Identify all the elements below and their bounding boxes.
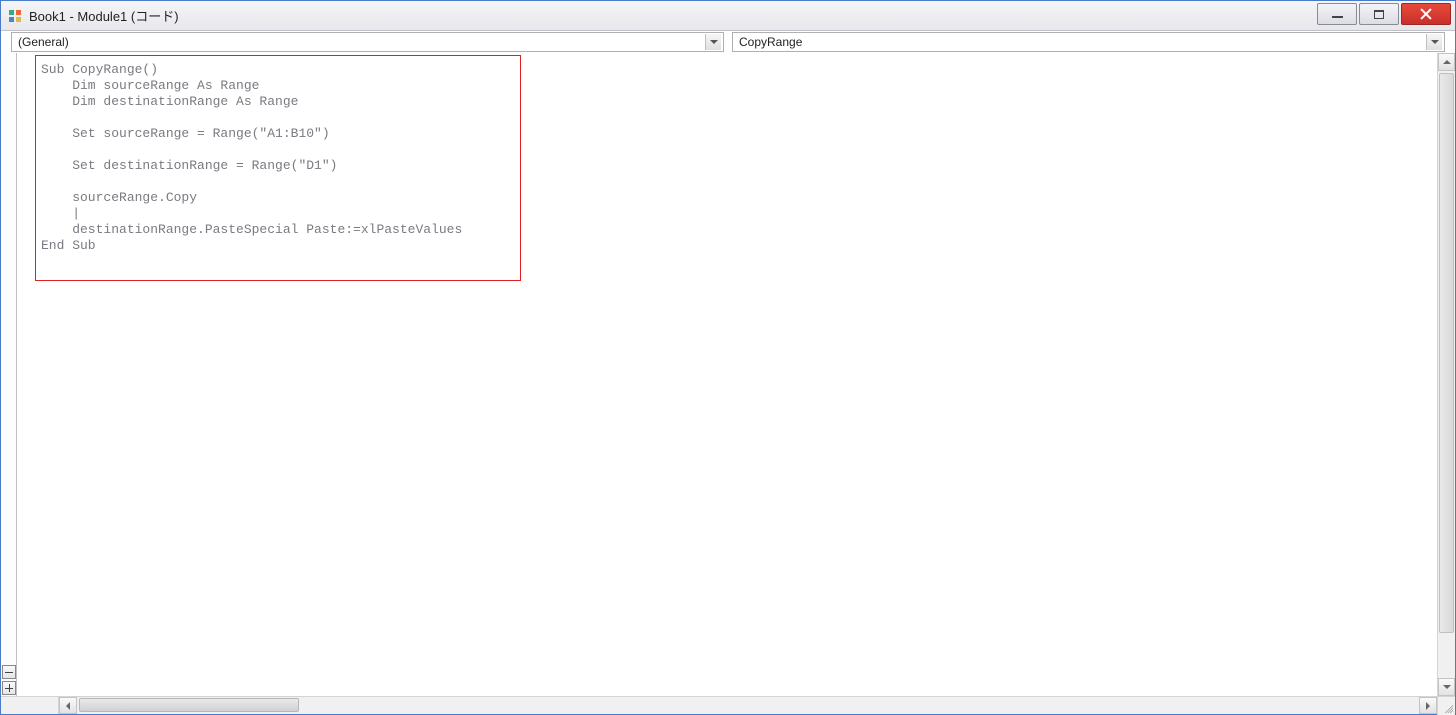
horizontal-scroll-thumb[interactable] — [79, 698, 299, 712]
code-window: Book1 - Module1 (コード) (General) CopyRang… — [0, 0, 1456, 715]
vertical-scrollbar[interactable] — [1437, 53, 1455, 696]
chevron-down-icon[interactable] — [705, 34, 721, 50]
scroll-down-button[interactable] — [1438, 678, 1455, 696]
horizontal-scrollbar[interactable] — [59, 697, 1437, 714]
scroll-up-button[interactable] — [1438, 53, 1455, 71]
resize-grip[interactable] — [1437, 697, 1455, 715]
vertical-scroll-thumb[interactable] — [1439, 73, 1454, 633]
full-module-view-button[interactable] — [2, 681, 16, 695]
window-title: Book1 - Module1 (コード) — [29, 6, 1317, 25]
declaration-bar: (General) CopyRange — [1, 31, 1455, 53]
editor-area: Sub CopyRange() Dim sourceRange As Range… — [1, 53, 1455, 696]
scroll-right-button[interactable] — [1419, 697, 1437, 714]
module-icon — [7, 8, 23, 24]
chevron-down-icon[interactable] — [1426, 34, 1442, 50]
close-button[interactable] — [1401, 3, 1451, 25]
object-combo-value: (General) — [18, 35, 69, 49]
code-text[interactable]: Sub CopyRange() Dim sourceRange As Range… — [41, 62, 462, 254]
titlebar[interactable]: Book1 - Module1 (コード) — [1, 1, 1455, 31]
object-combo[interactable]: (General) — [11, 32, 724, 52]
bottom-scroll-row — [1, 696, 1455, 714]
procedure-combo[interactable]: CopyRange — [732, 32, 1445, 52]
scroll-spacer — [1, 697, 59, 714]
close-icon — [1420, 8, 1432, 20]
code-pane[interactable]: Sub CopyRange() Dim sourceRange As Range… — [17, 53, 1437, 696]
window-controls — [1317, 1, 1455, 30]
procedure-combo-value: CopyRange — [739, 35, 802, 49]
view-gutter — [1, 53, 17, 696]
minimize-button[interactable] — [1317, 3, 1357, 25]
maximize-button[interactable] — [1359, 3, 1399, 25]
scroll-left-button[interactable] — [59, 697, 77, 714]
procedure-view-button[interactable] — [2, 665, 16, 679]
